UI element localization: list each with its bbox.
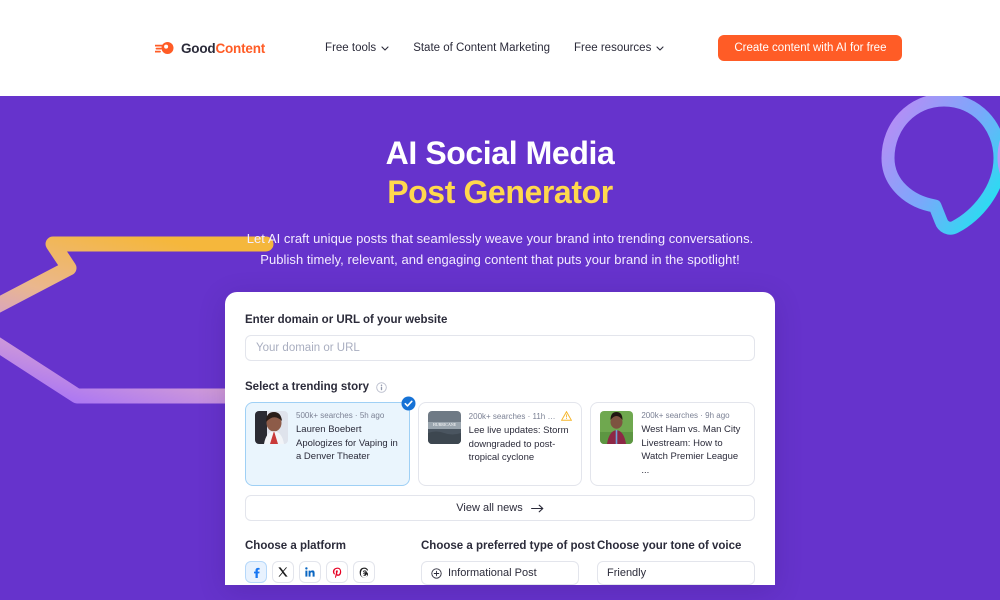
tone-column: Choose your tone of voice Friendly bbox=[597, 540, 755, 586]
tone-value: Friendly bbox=[607, 567, 647, 580]
options-row: Choose a platform Choose a preferred typ… bbox=[245, 540, 755, 586]
nav-label: State of Content Marketing bbox=[413, 42, 550, 54]
story-body: 500k+ searches · 5h ago Lauren Boebert A… bbox=[296, 411, 400, 477]
nav-label: Free resources bbox=[574, 42, 652, 54]
platform-pinterest-button[interactable] bbox=[326, 561, 348, 584]
platform-threads-button[interactable] bbox=[353, 561, 375, 584]
info-icon[interactable] bbox=[376, 381, 387, 393]
story-card-3[interactable]: 200k+ searches · 9h ago West Ham vs. Man… bbox=[590, 402, 756, 487]
story-thumbnail bbox=[255, 411, 288, 445]
hero-subtitle-line-2: Publish timely, relevant, and engaging c… bbox=[260, 251, 740, 267]
hero-subtitle: Let AI craft unique posts that seamlessl… bbox=[0, 229, 1000, 270]
trending-stories-list: 500k+ searches · 5h ago Lauren Boebert A… bbox=[245, 396, 756, 487]
create-content-cta-button[interactable]: Create content with AI for free bbox=[718, 35, 903, 61]
hero-title-line-1: AI Social Media bbox=[385, 135, 615, 171]
generator-form-card: Enter domain or URL of your website Sele… bbox=[225, 292, 775, 586]
nav-item-state-of-content-marketing[interactable]: State of Content Marketing bbox=[413, 42, 550, 54]
platform-linkedin-button[interactable] bbox=[299, 561, 321, 584]
view-all-news-label: View all news bbox=[456, 502, 523, 515]
story-thumbnail: HURRICANE bbox=[427, 411, 461, 445]
chevron-down-icon bbox=[381, 45, 389, 51]
arrow-right-icon bbox=[530, 504, 544, 513]
story-title: Lauren Boebert Apologizes for Vaping in … bbox=[296, 424, 398, 463]
logo-text-content: Content bbox=[215, 40, 266, 56]
header-nav-container: GoodContent Free tools State of Content … bbox=[155, 35, 903, 61]
story-meta-text: 200k+ searches · 9h ago bbox=[641, 411, 730, 421]
site-header: GoodContent Free tools State of Content … bbox=[0, 0, 1000, 96]
story-title: Lee live updates: Storm downgraded to po… bbox=[468, 425, 569, 464]
svg-text:HURRICANE: HURRICANE bbox=[433, 422, 457, 427]
post-type-value: Informational Post bbox=[448, 567, 537, 580]
logo-text-good: Good bbox=[181, 40, 216, 56]
hero-section: AI Social Media Post Generator Let AI cr… bbox=[0, 96, 1000, 600]
hero-title-line-2: Post Generator bbox=[387, 174, 613, 211]
domain-label-text: Enter domain or URL of your website bbox=[245, 314, 448, 327]
warning-icon bbox=[561, 411, 573, 421]
platform-facebook-button[interactable] bbox=[245, 561, 267, 584]
hero-subtitle-line-1: Let AI craft unique posts that seamlessl… bbox=[246, 231, 754, 247]
nav-item-free-tools[interactable]: Free tools bbox=[325, 42, 389, 54]
logo-text: GoodContent bbox=[181, 41, 265, 56]
page-title: AI Social Media Post Generator bbox=[0, 134, 1000, 212]
comet-logo-icon bbox=[155, 41, 175, 55]
platform-label: Choose a platform bbox=[245, 540, 346, 553]
tone-select[interactable]: Friendly bbox=[597, 561, 755, 586]
logo[interactable]: GoodContent bbox=[155, 41, 265, 56]
trending-story-label-text: Select a trending story bbox=[245, 381, 369, 394]
story-meta-text: 200k+ searches · 11h ago bbox=[468, 411, 558, 421]
trending-story-label: Select a trending story bbox=[245, 381, 755, 393]
story-meta: 200k+ searches · 9h ago bbox=[641, 411, 745, 420]
story-meta: 500k+ searches · 5h ago bbox=[296, 411, 400, 420]
chevron-down-icon bbox=[656, 45, 664, 51]
domain-field-label: Enter domain or URL of your website bbox=[245, 314, 755, 326]
hero-content: AI Social Media Post Generator Let AI cr… bbox=[0, 96, 1000, 270]
story-thumbnail bbox=[600, 411, 634, 445]
selected-check-icon bbox=[401, 396, 416, 411]
story-card-2[interactable]: HURRICANE 200k+ searches · 11h ago Lee l… bbox=[417, 402, 583, 487]
post-type-select[interactable]: Informational Post bbox=[421, 561, 579, 586]
post-type-column: Choose a preferred type of post Informat… bbox=[421, 540, 595, 586]
story-body: 200k+ searches · 9h ago West Ham vs. Man… bbox=[641, 411, 745, 477]
story-title: West Ham vs. Man City Livestream: How to… bbox=[641, 424, 741, 476]
primary-navigation: Free tools State of Content Marketing Fr… bbox=[325, 42, 664, 54]
post-type-label: Choose a preferred type of post bbox=[421, 540, 595, 553]
platform-icon-list bbox=[245, 561, 403, 584]
nav-label: Free tools bbox=[325, 42, 377, 54]
tone-label: Choose your tone of voice bbox=[597, 540, 742, 553]
story-meta-text: 500k+ searches · 5h ago bbox=[296, 411, 385, 421]
story-body: 200k+ searches · 11h ago Lee live update… bbox=[469, 411, 573, 477]
nav-item-free-resources[interactable]: Free resources bbox=[574, 42, 664, 54]
view-all-news-button[interactable]: View all news bbox=[245, 495, 755, 522]
story-card-1[interactable]: 500k+ searches · 5h ago Lauren Boebert A… bbox=[245, 396, 416, 487]
platform-column: Choose a platform bbox=[245, 540, 403, 585]
domain-url-input[interactable] bbox=[245, 335, 755, 362]
platform-x-twitter-button[interactable] bbox=[272, 561, 294, 584]
post-type-icon bbox=[431, 567, 442, 579]
story-meta: 200k+ searches · 11h ago bbox=[469, 411, 573, 421]
